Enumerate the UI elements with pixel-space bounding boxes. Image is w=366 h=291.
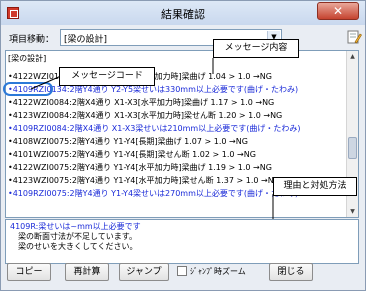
jump-button[interactable]: ジャンプ	[119, 263, 169, 281]
scroll-down-icon[interactable]: ▼	[347, 206, 358, 217]
button-row: コピー 再計算 ジャンプ ｼﾞｬﾝﾌﾟ時ズーム 閉じる	[1, 263, 366, 283]
callout-message-content: メッセージ内容	[213, 39, 299, 58]
list-item[interactable]: •4123WZI0084:2階X4通り X1-X3[水平加力時]梁せん断 1.2…	[8, 110, 346, 122]
list-item[interactable]: •4108WZI0075:2階Y4通り Y1-Y4[長期]梁曲げ 1.07 > …	[8, 136, 346, 148]
list-item[interactable]: •4122WZI0075:2階Y4通り Y1-Y4[水平加力時]梁曲げ 1.19…	[8, 162, 346, 174]
jump-row: 項目移動： [梁の設計] ▼	[6, 28, 362, 48]
message-code-highlight	[3, 82, 53, 96]
result-window: 結果確認 ✕ 項目移動： [梁の設計] ▼ [梁の設計] •4122WZI013…	[0, 0, 366, 291]
list-item[interactable]: •4109RZI0084:2階X4通り X1-X3梁せいは210mm以上必要です…	[8, 123, 346, 135]
title-bar: 結果確認 ✕	[1, 1, 365, 25]
callout-message-code: メッセージコード	[59, 67, 155, 86]
scroll-up-icon[interactable]: ▲	[347, 51, 358, 62]
callout-reason: 理由と対処方法	[273, 177, 357, 196]
details-heading: 4109R:梁せいは~mm以上必要です	[10, 222, 141, 231]
edit-pencil-icon[interactable]	[346, 29, 362, 45]
scroll-thumb[interactable]	[348, 137, 357, 159]
jump-zoom-label: ｼﾞｬﾝﾌﾟ時ズーム	[190, 267, 246, 276]
details-line: 梁のせいを大きくしてください。	[18, 242, 138, 251]
close-button[interactable]: 閉じる	[269, 263, 313, 281]
recalc-button[interactable]: 再計算	[65, 263, 109, 281]
details-line: 梁の断面寸法が不足しています。	[18, 232, 137, 241]
jump-label: 項目移動：	[9, 35, 55, 45]
window-close-button[interactable]: ✕	[317, 2, 359, 20]
list-item[interactable]: •4122WZI0084:2階X4通り X1-X3[水平加力時]梁曲げ 1.17…	[8, 97, 346, 109]
list-item[interactable]: •4101WZI0075:2階Y4通り Y1-Y4[長期]梁せん断 1.02 >…	[8, 149, 346, 161]
copy-button[interactable]: コピー	[7, 263, 51, 281]
jump-select-value: [梁の設計]	[64, 35, 108, 45]
details-panel: 4109R:梁せいは~mm以上必要です 梁の断面寸法が不足しています。 梁のせい…	[5, 219, 359, 264]
jump-zoom-checkbox[interactable]	[177, 266, 187, 276]
window-title: 結果確認	[161, 8, 205, 21]
